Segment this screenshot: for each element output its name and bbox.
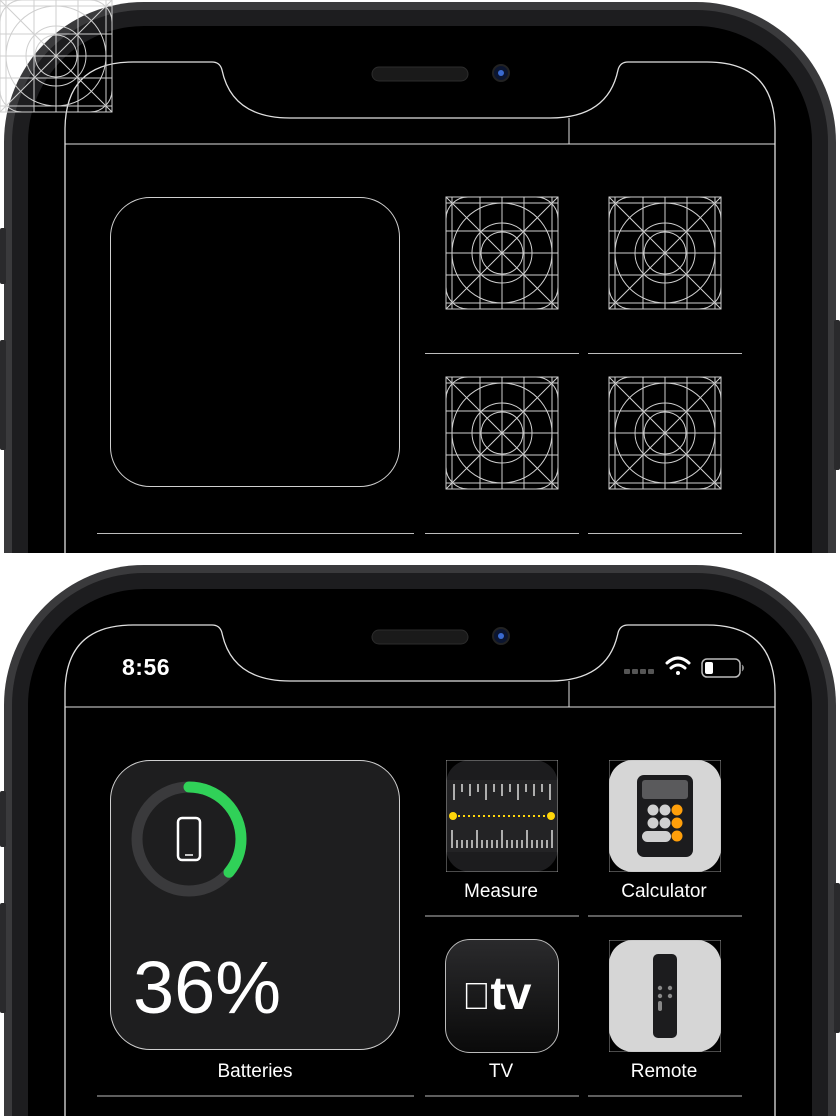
- app-label-calculator: Calculator: [621, 881, 707, 902]
- widget-label: Batteries: [217, 1061, 293, 1082]
- icon-grid-template: [445, 196, 559, 310]
- battery-percent: 36%: [133, 946, 282, 1029]
- app-remote[interactable]: [608, 939, 722, 1053]
- icon-grid-template: [608, 376, 722, 490]
- app-label-measure: Measure: [464, 881, 538, 902]
- divider: [588, 353, 742, 354]
- app-calculator[interactable]: [608, 759, 722, 873]
- divider: [425, 353, 579, 354]
- divider: [97, 533, 414, 534]
- divider: [588, 533, 742, 534]
- app-label-tv: TV: [488, 1061, 514, 1082]
- app-label-remote: Remote: [630, 1061, 698, 1082]
- widget-template: [110, 197, 400, 487]
- calculator-icon: [608, 759, 722, 873]
- template-phone-panel: [0, 0, 840, 553]
- status-time: 8:56: [122, 654, 171, 680]
- remote-icon: [608, 939, 722, 1053]
- app-measure[interactable]: [445, 759, 559, 873]
- iphone-icon: [176, 816, 202, 862]
- icon-grid-template: [445, 376, 559, 490]
- batteries-widget[interactable]: 36%: [110, 760, 400, 1050]
- tv-logo-text: tv: [462, 967, 532, 1019]
- divider: [425, 533, 579, 534]
- measure-icon: [445, 759, 559, 873]
- icon-grid-template: [608, 196, 722, 310]
- app-tv[interactable]: tv: [445, 939, 559, 1053]
- apple-tv-icon: tv: [462, 970, 531, 1016]
- home-screen-panel: 8:56 36% Batteries Measure Calculator tv…: [0, 563, 840, 1116]
